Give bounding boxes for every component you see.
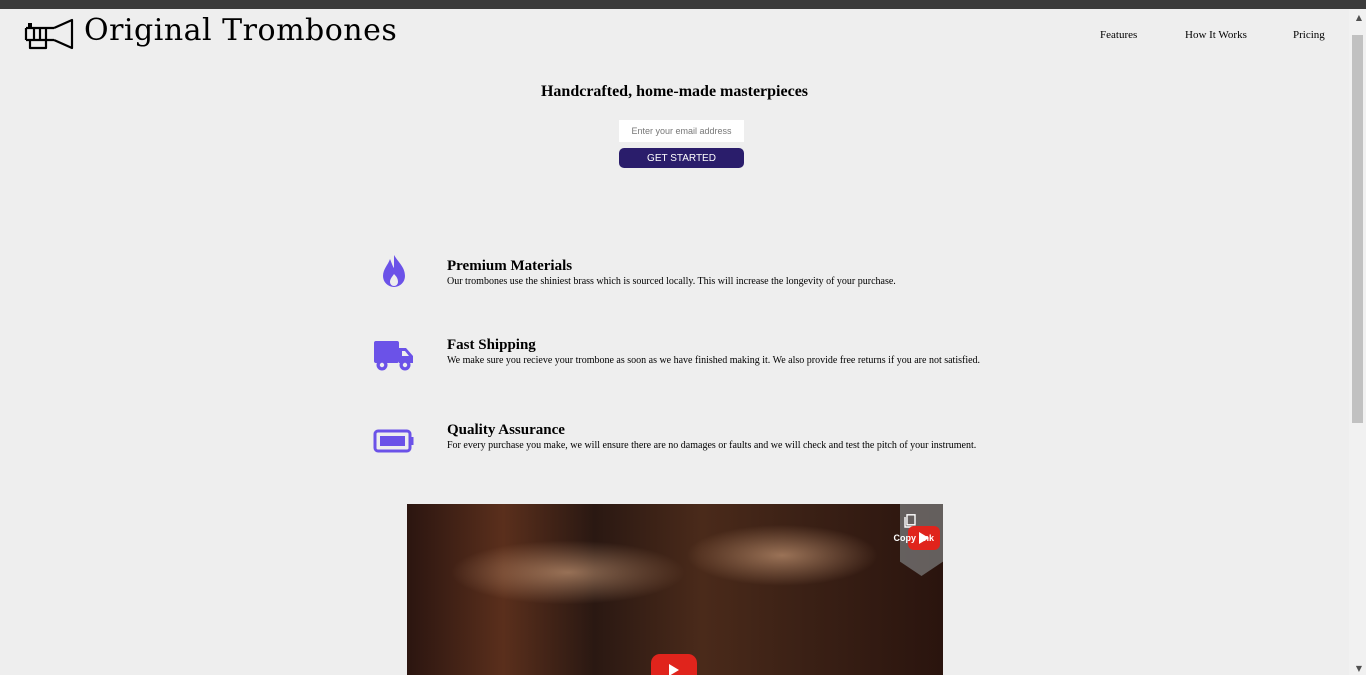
play-button-icon[interactable] [651,654,697,675]
video-thumbnail [407,504,943,675]
trombone-icon [24,18,74,50]
page-scrollbar[interactable] [1349,9,1366,675]
scroll-up-arrow-icon[interactable]: ▲ [1356,13,1362,22]
get-started-button[interactable]: GET STARTED [619,148,744,168]
email-input[interactable] [619,120,744,142]
feature-title-premium-materials: Premium Materials [447,258,573,274]
feature-description-fast-shipping: We make sure you recieve your trombone a… [447,355,981,366]
browser-top-bar [0,0,1366,9]
feature-title-quality-assurance: Quality Assurance [447,422,565,438]
feature-description-quality-assurance: For every purchase you make, we will ens… [447,440,977,451]
scroll-down-arrow-icon[interactable]: ▼ [1356,664,1362,673]
nav-link-pricing[interactable]: Pricing [1293,29,1325,41]
nav-link-how-it-works[interactable]: How It Works [1185,29,1247,41]
feature-title-fast-shipping: Fast Shipping [447,337,536,353]
site-header: Original Trombones Features How It Works… [0,9,1349,59]
battery-icon [372,421,416,461]
video-embed[interactable]: Copy link [407,504,943,675]
brand-name[interactable]: Original Trombones [84,13,397,48]
feature-description-premium-materials: Our trombones use the shiniest brass whi… [447,276,896,287]
nav-link-features[interactable]: Features [1100,29,1137,41]
copy-link-label[interactable]: Copy link [893,533,934,543]
hero-heading: Handcrafted, home-made masterpieces [540,83,809,100]
flame-icon [372,252,416,292]
truck-icon [372,336,416,376]
scrollbar-thumb[interactable] [1352,35,1363,423]
